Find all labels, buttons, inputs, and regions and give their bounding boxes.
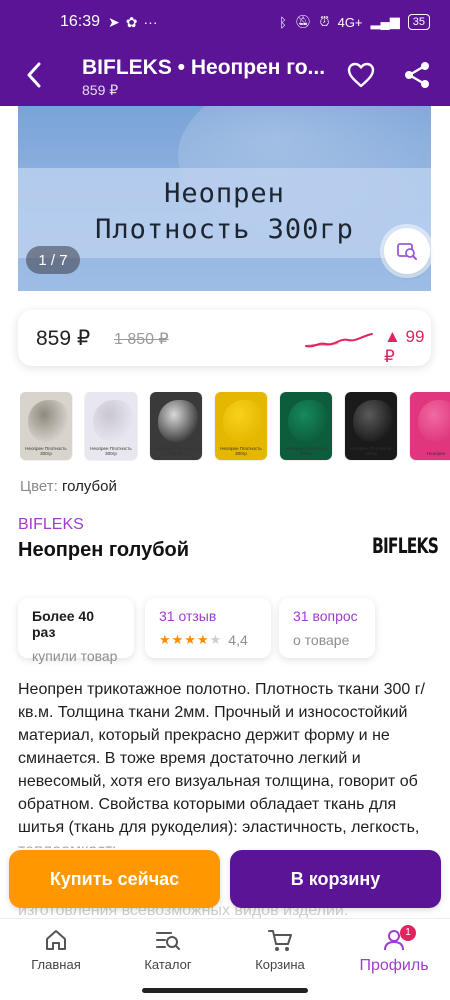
swatch-label: Неопрен Плотность 300гр <box>220 446 262 456</box>
back-button[interactable] <box>20 58 48 92</box>
swatch-fabric <box>418 400 450 442</box>
visual-search-button[interactable] <box>384 228 430 274</box>
swatch-fabric <box>28 400 68 442</box>
image-caption-line2: Плотность 300гр <box>95 214 354 245</box>
nav-home-label: Главная <box>31 957 81 972</box>
swatch-label: Неопрен <box>426 451 446 456</box>
swatch-fabric <box>93 400 133 442</box>
status-bar: 16:39 ➤ ✿ ··· ᛒ 🔕︎ ⏰︎ 4G+ ▂▄▆ 35 <box>0 0 450 44</box>
gallery-counter: 1 / 7 <box>26 246 80 274</box>
purchases-count: Более 40 раз <box>32 608 95 640</box>
brand-link[interactable]: BIFLEKS <box>18 516 84 534</box>
color-value: голубой <box>61 478 117 495</box>
rating-row: ★★★★★ 4,4 <box>159 632 257 648</box>
catalog-search-icon <box>156 932 180 950</box>
color-swatch-black[interactable]: Неопрен Плотность 300гр <box>345 392 397 460</box>
arrow-left-icon <box>27 62 41 88</box>
nav-profile-label: Профиль <box>359 957 429 974</box>
telegram-icon: ➤ <box>108 13 120 30</box>
questions-count: 31 вопрос <box>293 608 358 624</box>
rating-stars-icon: ★★★★★ <box>159 632 223 647</box>
color-swatch-black-silver[interactable]: Неопрен Плотность 300гр <box>150 392 202 460</box>
purchases-caption: купили товар <box>32 648 118 664</box>
status-time: 16:39 <box>60 13 101 30</box>
heart-icon <box>347 62 375 88</box>
nav-home[interactable]: Главная <box>6 927 106 972</box>
swatch-fabric <box>353 400 393 442</box>
color-swatches: Неопрен Плотность 300гр Неопрен Плотность… <box>20 392 450 462</box>
reviews-count: 31 отзыв <box>159 608 217 624</box>
app-notification-icon: ✿ <box>125 13 138 30</box>
product-image[interactable]: Неопрен Плотность 300гр <box>18 106 431 291</box>
nav-profile[interactable]: 1 Профиль <box>344 925 444 975</box>
swatch-fabric <box>288 400 328 442</box>
notification-icons: ➤ ✿ ··· <box>108 14 157 31</box>
swatch-label: Неопрен Плотность 300гр <box>285 446 327 456</box>
brand-logo[interactable]: BIFLEKS <box>372 534 439 558</box>
buy-now-button[interactable]: Купить сейчас <box>9 850 220 908</box>
app-bar-price: 859 ₽ <box>82 82 119 98</box>
nav-cart-label: Корзина <box>255 957 305 972</box>
image-search-icon <box>397 243 417 260</box>
system-icons: ᛒ 🔕︎ ⏰︎ 4G+ ▂▄▆ 35 <box>279 14 430 30</box>
swatch-label: Неопрен Плотность 300гр <box>25 446 67 456</box>
cart-icon <box>268 930 292 951</box>
rating-value: 4,4 <box>228 632 248 648</box>
bluetooth-icon: ᛒ <box>279 14 287 30</box>
price-trend-icon <box>305 333 373 348</box>
color-label: Цвет: <box>20 478 58 495</box>
nav-catalog[interactable]: Каталог <box>118 927 218 972</box>
price-card[interactable]: 859 ₽ 1 850 ₽ ▲ 99 ₽ <box>18 310 431 366</box>
product-title: Неопрен голубой <box>18 539 190 561</box>
old-price: 1 850 ₽ <box>114 331 169 348</box>
reviews-chip[interactable]: 31 отзыв ★★★★★ 4,4 <box>145 598 271 658</box>
color-swatch-green[interactable]: Неопрен Плотность 300гр <box>280 392 332 460</box>
swatch-fabric <box>158 400 198 442</box>
color-swatch-pattern[interactable]: Неопрен Плотность 300гр <box>20 392 72 460</box>
questions-chip[interactable]: 31 вопрос о товаре <box>279 598 375 658</box>
color-swatch-pink[interactable]: Неопрен <box>410 392 450 460</box>
favorite-button[interactable] <box>346 60 378 92</box>
image-caption-line1: Неопрен <box>164 178 285 209</box>
nav-cart[interactable]: Корзина <box>230 927 330 972</box>
home-icon <box>46 930 66 950</box>
swatch-label: Неопрен Плотность 300гр <box>350 446 392 456</box>
share-icon <box>405 62 429 88</box>
swatch-label: Неопрен Плотность 300гр <box>155 446 197 456</box>
app-bar: BIFLEKS • Неопрен го... 859 ₽ <box>0 44 450 106</box>
share-button[interactable] <box>402 60 434 92</box>
network-label: 4G+ <box>337 14 363 30</box>
color-swatch-yellow[interactable]: Неопрен Плотность 300гр <box>215 392 267 460</box>
home-indicator[interactable] <box>142 988 308 993</box>
price-change: ▲ 99 ₽ <box>384 327 425 366</box>
more-notifications-icon: ··· <box>143 14 158 30</box>
swatch-label: Неопрен Плотность 300гр <box>90 446 132 456</box>
add-to-cart-button[interactable]: В корзину <box>230 850 441 908</box>
swatch-fabric <box>223 400 263 442</box>
mute-icon: 🔕︎ <box>294 14 312 29</box>
signal-icon: ▂▄▆ <box>370 14 400 29</box>
purchases-chip: Более 40 раз купили товар <box>18 598 134 664</box>
bottom-navigation: Главная Каталог Корзина 1 Профиль <box>0 918 450 982</box>
profile-badge: 1 <box>400 925 416 941</box>
nav-catalog-label: Каталог <box>144 957 192 972</box>
battery-icon: 35 <box>407 14 430 30</box>
image-caption: Неопрен Плотность 300гр <box>18 176 431 248</box>
page-title: BIFLEKS • Неопрен го... <box>82 56 326 79</box>
color-swatch-light-grey[interactable]: Неопрен Плотность 300гр <box>85 392 137 460</box>
current-price: 859 ₽ <box>36 327 91 350</box>
alarm-icon: ⏰︎ <box>319 14 330 29</box>
product-description: Неопрен трикотажное полотно. Плотность т… <box>18 681 425 848</box>
selected-color: Цвет: голубой <box>20 478 117 495</box>
questions-caption: о товаре <box>293 632 350 648</box>
